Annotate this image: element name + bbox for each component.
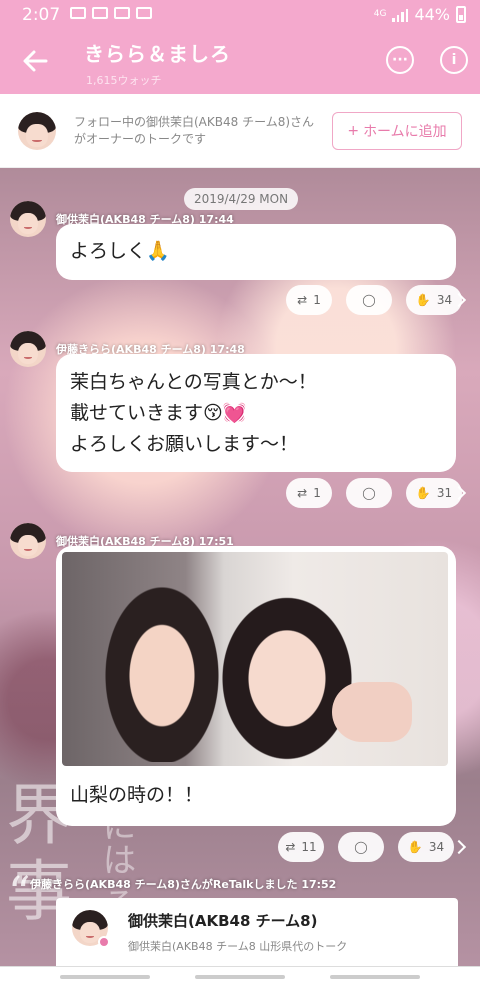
- message-line: 茉白ちゃんとの写真とか〜！: [70, 371, 317, 393]
- comment-icon: ◯: [362, 293, 376, 307]
- retalk-card-name: 御供茉白(AKB48 チーム8): [128, 912, 318, 930]
- battery-icon: [456, 6, 466, 23]
- retalk-icon: ⇄: [285, 840, 296, 854]
- mail-icon: [70, 7, 86, 19]
- comment-button[interactable]: ◯: [346, 478, 392, 508]
- comment-button[interactable]: ◯: [346, 285, 392, 315]
- owner-avatar[interactable]: [18, 112, 56, 150]
- author-avatar[interactable]: [10, 523, 46, 559]
- message-text: よろしく🙏: [70, 240, 170, 262]
- retalk-button[interactable]: ⇄ 1: [286, 285, 332, 315]
- network-type: 4G: [373, 9, 387, 19]
- retalk-label: 伊藤きらら(AKB48 チーム8)さんがReTalkしました 17:52: [30, 878, 337, 891]
- chevron-right-icon[interactable]: [451, 839, 467, 855]
- add-to-home-label: ホームに追加: [363, 124, 447, 140]
- info-icon[interactable]: i: [440, 46, 468, 74]
- post-actions: ⇄ 1 ◯ ✋ 31: [286, 478, 462, 508]
- comment-bubble-icon[interactable]: ···: [386, 46, 414, 74]
- talk-title: きらら＆ましろ: [84, 42, 231, 66]
- clap-icon: ✋: [407, 840, 423, 854]
- comment-button[interactable]: ◯: [338, 832, 384, 862]
- message-bubble[interactable]: 茉白ちゃんとの写真とか〜！ 載せていきます😚💓 よろしくお願いします〜！: [56, 354, 456, 472]
- battery-percent: 44%: [414, 5, 450, 24]
- image-icon: [136, 7, 152, 19]
- notification-icons: [70, 7, 152, 19]
- mail-icon: [114, 7, 130, 19]
- talk-timeline[interactable]: 界事 には る 2019/4/29 MON 御供茉白(AKB48 チーム8) 1…: [0, 168, 480, 986]
- photo-message-bubble[interactable]: 山梨の時の！！: [56, 546, 456, 826]
- retalk-icon: ⇄: [297, 293, 308, 307]
- app-header: きらら＆ましろ 1,615ウォッチ ··· i: [0, 30, 480, 94]
- watch-count: 1,615ウォッチ: [86, 74, 162, 87]
- author-avatar[interactable]: [10, 201, 46, 237]
- retalk-button[interactable]: ⇄ 1: [286, 478, 332, 508]
- post-actions: ⇄ 1 ◯ ✋ 34: [286, 285, 462, 315]
- system-nav-bar: [0, 966, 480, 986]
- author-avatar[interactable]: [10, 331, 46, 367]
- retalk-card-subtitle: 御供茉白(AKB48 チーム8 山形県代のトーク: [128, 940, 348, 953]
- clap-button[interactable]: ✋ 34: [398, 832, 454, 862]
- quote-icon: “: [8, 868, 31, 919]
- add-to-home-button[interactable]: + ホームに追加: [332, 112, 462, 150]
- status-time: 2:07: [22, 5, 61, 25]
- signal-icon: [392, 8, 409, 22]
- comment-icon: ◯: [362, 486, 376, 500]
- retalk-button[interactable]: ⇄ 11: [278, 832, 324, 862]
- verified-badge-icon: [98, 936, 110, 948]
- mail-icon: [92, 7, 108, 19]
- message-line: 載せていきます😚💓: [70, 402, 247, 424]
- photo-caption: 山梨の時の！！: [70, 784, 204, 806]
- message-line: よろしくお願いします〜！: [70, 433, 299, 455]
- retalk-icon: ⇄: [297, 486, 308, 500]
- nav-handle[interactable]: [60, 975, 150, 979]
- comment-icon: ◯: [354, 840, 368, 854]
- clap-icon: ✋: [415, 293, 431, 307]
- nav-handle[interactable]: [195, 975, 285, 979]
- status-bar: 2:07 4G 44%: [0, 0, 480, 30]
- message-bubble[interactable]: よろしく🙏: [56, 224, 456, 280]
- post-actions: ⇄ 11 ◯ ✋ 34: [278, 832, 454, 862]
- status-right: 4G 44%: [374, 5, 466, 24]
- plus-icon: +: [347, 123, 360, 139]
- shared-photo[interactable]: [62, 552, 448, 766]
- back-arrow-icon[interactable]: [20, 46, 50, 76]
- owner-text: フォロー中の御供茉白(AKB48 チーム8)さんがオーナーのトークです: [74, 115, 315, 146]
- nav-handle[interactable]: [330, 975, 420, 979]
- clap-icon: ✋: [415, 486, 431, 500]
- owner-banner: フォロー中の御供茉白(AKB48 チーム8)さんがオーナーのトークです + ホー…: [0, 94, 480, 168]
